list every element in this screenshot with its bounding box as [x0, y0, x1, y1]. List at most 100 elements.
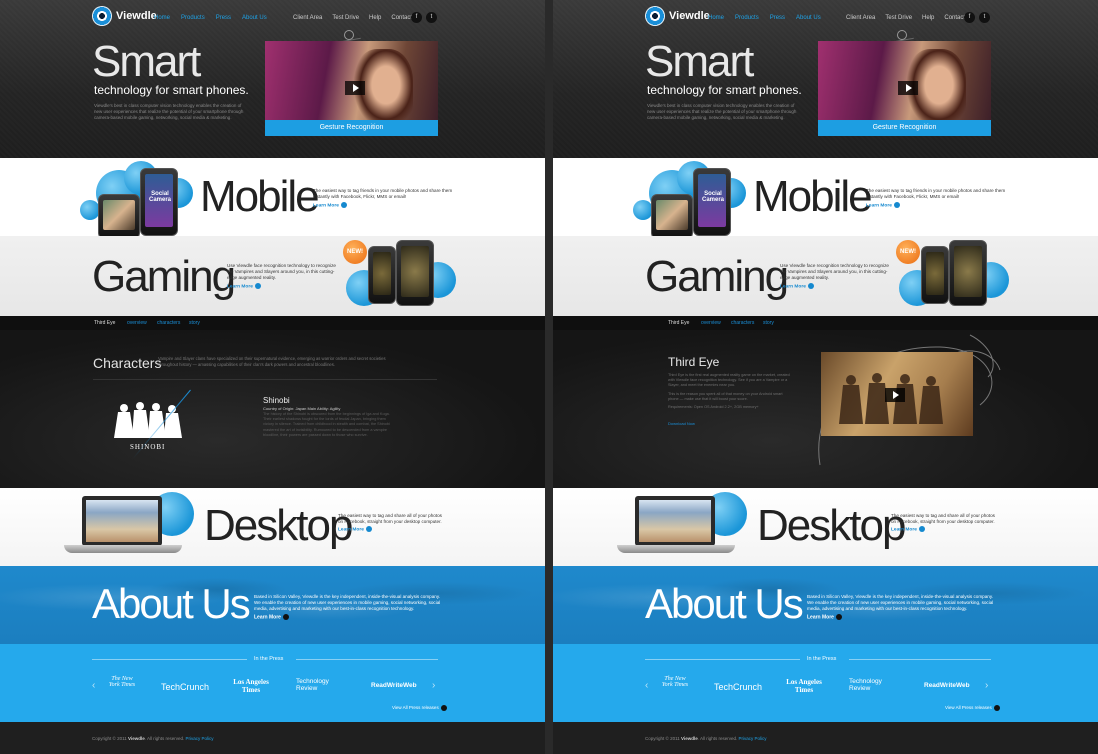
nav-home[interactable]: Home — [154, 15, 170, 21]
press-logo-la-times[interactable]: Los Angeles Times — [781, 678, 827, 694]
chevron-left-icon[interactable]: ‹ — [92, 680, 95, 691]
nav-client-area[interactable]: Client Area — [846, 15, 875, 21]
twitter-icon[interactable]: t — [426, 12, 437, 23]
arrow-icon — [340, 202, 347, 208]
view-all-press[interactable]: View All Press releases — [392, 705, 447, 711]
gaming-learn-more[interactable]: Learn More — [227, 283, 261, 289]
arrow-icon — [918, 526, 925, 532]
privacy-policy-link[interactable]: Privacy Policy — [739, 736, 767, 741]
copyright: Copyright © 2011 — [645, 736, 680, 741]
hero-description: Viewdle's best in class computer vision … — [94, 103, 244, 120]
desktop-text: The easiest way to tag and share all of … — [891, 513, 995, 524]
chevron-right-icon[interactable]: › — [432, 680, 435, 691]
nav-press[interactable]: Press — [216, 15, 231, 21]
press-rule — [296, 659, 438, 660]
nav-contact[interactable]: Contact — [944, 15, 965, 21]
subnav-overview[interactable]: overview — [701, 320, 721, 326]
about-title: About Us — [92, 580, 251, 627]
third-eye-video[interactable] — [821, 352, 973, 436]
desktop-learn-more[interactable]: Learn More — [338, 526, 372, 532]
nav-help[interactable]: Help — [369, 15, 381, 21]
desktop-title: Desktop — [757, 501, 906, 550]
nav-home[interactable]: Home — [708, 15, 724, 21]
desktop-learn-more[interactable]: Learn More — [891, 526, 925, 532]
subnav-characters[interactable]: characters — [157, 320, 180, 326]
subnav-story[interactable]: story — [189, 320, 200, 326]
laptop-base — [64, 545, 182, 553]
press-rule — [645, 659, 800, 660]
brand-logo[interactable]: Viewdle — [92, 6, 157, 26]
press-logo-nyt[interactable]: The New York Times — [108, 676, 136, 688]
nav-products[interactable]: Products — [181, 15, 205, 21]
gaming-title: Gaming — [92, 252, 236, 301]
subnav-third-eye[interactable]: Third Eye — [668, 320, 689, 326]
press-logo-nyt[interactable]: The New York Times — [661, 676, 689, 688]
arrow-icon — [365, 526, 372, 532]
subnav-third-eye[interactable]: Third Eye — [94, 320, 115, 326]
gaming-learn-more[interactable]: Learn More — [780, 283, 814, 289]
nav-help[interactable]: Help — [922, 15, 934, 21]
primary-nav: Home Products Press About Us — [154, 15, 267, 21]
press-logo-technology-review[interactable]: Technology Review — [296, 678, 348, 692]
nav-press[interactable]: Press — [770, 15, 785, 21]
third-eye-title: Third Eye — [668, 355, 720, 369]
facebook-icon[interactable]: f — [964, 12, 975, 23]
chevron-left-icon[interactable]: ‹ — [645, 680, 648, 691]
arrow-icon — [835, 614, 842, 620]
hero-video[interactable]: Gesture Recognition — [818, 41, 991, 136]
play-icon[interactable] — [345, 81, 365, 95]
mobile-learn-more[interactable]: Learn More — [866, 202, 900, 208]
phone-screen — [401, 246, 429, 297]
press-logo-la-times[interactable]: Los Angeles Times — [228, 678, 274, 694]
phone-image — [949, 240, 987, 306]
about-text: Based in Silicon Valley, Viewdle is the … — [254, 594, 441, 611]
play-icon[interactable] — [885, 388, 905, 402]
phone-image: Social Camera — [693, 168, 731, 236]
subnav-story[interactable]: story — [763, 320, 774, 326]
play-icon[interactable] — [898, 81, 918, 95]
learn-more-label: Learn More — [313, 203, 339, 209]
subnav-characters[interactable]: characters — [731, 320, 754, 326]
press-logo-technology-review[interactable]: Technology Review — [849, 678, 901, 692]
nav-test-drive[interactable]: Test Drive — [885, 15, 912, 21]
rights: . All rights reserved. — [144, 736, 185, 741]
nav-test-drive[interactable]: Test Drive — [332, 15, 359, 21]
nav-contact[interactable]: Contact — [391, 15, 412, 21]
chevron-right-icon[interactable]: › — [985, 680, 988, 691]
desktop-text: The easiest way to tag and share all of … — [338, 513, 442, 524]
subnav-overview[interactable]: overview — [127, 320, 147, 326]
press-logo-techcrunch[interactable]: TechCrunch — [714, 682, 762, 692]
phone-image — [98, 194, 140, 239]
phone-image: Social Camera — [140, 168, 178, 236]
privacy-policy-link[interactable]: Privacy Policy — [186, 736, 214, 741]
secondary-nav: Client Area Test Drive Help Contact — [846, 15, 965, 21]
mobile-learn-more[interactable]: Learn More — [313, 202, 347, 208]
third-eye-requirements: Requirements: Open OS Android 2.2+, 2GB … — [668, 405, 759, 410]
third-eye-text: Third Eye is the first real augmented re… — [668, 373, 790, 410]
about-learn-more[interactable]: Learn More — [254, 614, 289, 620]
rights: . All rights reserved. — [697, 736, 738, 741]
hero-tagline: technology for smart phones. — [94, 83, 249, 97]
new-badge: NEW! — [343, 240, 367, 264]
view-all-label: View All Press releases — [945, 705, 992, 711]
press-logo-readwriteweb[interactable]: ReadWriteWeb — [924, 682, 970, 689]
nav-client-area[interactable]: Client Area — [293, 15, 322, 21]
learn-more-label: Learn More — [780, 284, 806, 290]
nav-about[interactable]: About Us — [796, 15, 821, 21]
download-now-link[interactable]: Download Now — [668, 421, 695, 426]
gaming-text: Use Viewdle face recognition technology … — [780, 263, 889, 280]
view-all-press[interactable]: View All Press releases — [945, 705, 1000, 711]
characters-description: Vampire and Slayer clans have specialize… — [158, 356, 386, 367]
learn-more-label: Learn More — [338, 527, 364, 533]
nav-products[interactable]: Products — [735, 15, 759, 21]
hero-video[interactable]: Gesture Recognition — [265, 41, 438, 136]
nav-about[interactable]: About Us — [242, 15, 267, 21]
arrow-icon — [282, 614, 289, 620]
about-learn-more[interactable]: Learn More — [807, 614, 842, 620]
twitter-icon[interactable]: t — [979, 12, 990, 23]
press-logo-techcrunch[interactable]: TechCrunch — [161, 682, 209, 692]
facebook-icon[interactable]: f — [411, 12, 422, 23]
brand-logo[interactable]: Viewdle — [645, 6, 710, 26]
press-logo-readwriteweb[interactable]: ReadWriteWeb — [371, 682, 417, 689]
press-rule — [849, 659, 991, 660]
